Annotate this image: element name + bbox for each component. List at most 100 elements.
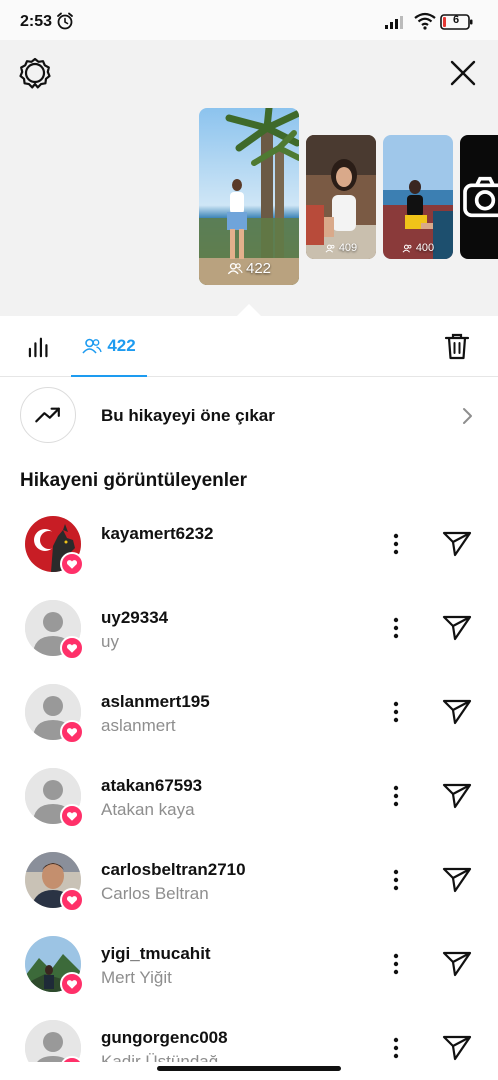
close-icon (450, 60, 476, 86)
viewer-row[interactable]: atakan67593 Atakan kaya (0, 754, 498, 838)
viewers-section-title: Hikayeni görüntüleyenler (20, 470, 248, 491)
add-story-camera-tile[interactable] (460, 135, 498, 259)
like-badge (60, 720, 84, 744)
viewer-fullname: Mert Yiğit (101, 968, 172, 987)
paper-plane-icon (442, 783, 472, 809)
story-thumbnail-3[interactable]: 400 (383, 135, 453, 259)
story-tabs: 422 (0, 316, 498, 377)
heart-icon (66, 895, 78, 905)
delete-story-button[interactable] (440, 329, 474, 363)
promote-story-label: Bu hikayeyi öne çıkar (101, 406, 275, 425)
send-message-button[interactable] (440, 696, 474, 728)
tab-viewers[interactable]: 422 (71, 316, 147, 377)
viewer-row[interactable]: uy29334 uy (0, 586, 498, 670)
viewer-fullname: aslanmert (101, 716, 176, 735)
viewer-fullname: Kadir Üstündağ (101, 1052, 219, 1062)
alarm-clock-icon (57, 12, 73, 30)
more-options-button[interactable] (384, 950, 408, 978)
chevron-right-icon (463, 408, 472, 424)
more-options-button[interactable] (384, 1034, 408, 1062)
trending-up-icon (35, 407, 60, 423)
paper-plane-icon (442, 531, 472, 557)
story-2-view-count-value: 409 (338, 242, 358, 254)
viewer-username[interactable]: aslanmert195 (101, 692, 210, 712)
viewer-username[interactable]: uy29334 (101, 608, 168, 628)
close-button[interactable] (446, 56, 480, 90)
more-vertical-icon (393, 785, 399, 807)
heart-icon (66, 727, 78, 737)
story-photo-seaside (383, 135, 453, 259)
more-options-button[interactable] (384, 782, 408, 810)
more-options-button[interactable] (384, 698, 408, 726)
more-options-button[interactable] (384, 614, 408, 642)
like-badge (60, 552, 84, 576)
home-indicator[interactable] (157, 1066, 341, 1071)
viewer-list: kayamert6232 uy29334 uy aslanmert195 asl… (0, 502, 498, 1062)
story-preview-header: 422 409 400 (0, 40, 498, 318)
status-time: 2:53 (20, 13, 53, 30)
story-3-view-count: 400 (383, 242, 453, 254)
send-message-button[interactable] (440, 864, 474, 896)
story-photo-palms (199, 108, 299, 285)
tab-insights[interactable] (16, 330, 64, 364)
viewers-icon (82, 338, 102, 354)
settings-button[interactable] (18, 56, 52, 90)
heart-icon (66, 979, 78, 989)
viewer-username[interactable]: carlosbeltran2710 (101, 860, 246, 880)
promote-story-row[interactable]: Bu hikayeyi öne çıkar (0, 378, 498, 454)
promote-icon-circle (20, 387, 76, 443)
more-options-button[interactable] (384, 530, 408, 558)
send-message-button[interactable] (440, 1032, 474, 1062)
like-badge (60, 636, 84, 660)
send-message-button[interactable] (440, 780, 474, 812)
story-thumbnail-current[interactable]: 422 (199, 108, 299, 285)
more-vertical-icon (393, 533, 399, 555)
paper-plane-icon (442, 615, 472, 641)
viewer-row[interactable]: kayamert6232 (0, 502, 498, 586)
heart-icon (66, 559, 78, 569)
more-vertical-icon (393, 953, 399, 975)
story-2-view-count: 409 (306, 242, 376, 254)
paper-plane-icon (442, 867, 472, 893)
viewer-row[interactable]: aslanmert195 aslanmert (0, 670, 498, 754)
like-badge (60, 804, 84, 828)
viewer-row[interactable]: carlosbeltran2710 Carlos Beltran (0, 838, 498, 922)
heart-icon (66, 811, 78, 821)
story-view-count-value: 422 (245, 260, 272, 277)
paper-plane-icon (442, 699, 472, 725)
cell-signal-icon (385, 16, 403, 29)
paper-plane-icon (442, 1035, 472, 1061)
viewer-row[interactable]: yigi_tmucahit Mert Yiğit (0, 922, 498, 1006)
story-view-count: 422 (199, 260, 299, 277)
trash-icon (444, 333, 470, 360)
viewer-username[interactable]: yigi_tmucahit (101, 944, 211, 964)
viewers-icon (227, 262, 243, 275)
more-vertical-icon (393, 869, 399, 891)
send-message-button[interactable] (440, 612, 474, 644)
status-bar: 2:53 6 (0, 0, 498, 40)
story-thumbnail-2[interactable]: 409 (306, 135, 376, 259)
viewers-icon (402, 244, 412, 252)
viewer-username[interactable]: kayamert6232 (101, 524, 213, 544)
camera-icon (463, 176, 498, 218)
battery-level: 6 (452, 14, 460, 26)
send-message-button[interactable] (440, 528, 474, 560)
tab-viewers-count: 422 (107, 335, 136, 355)
viewer-fullname: Carlos Beltran (101, 884, 209, 903)
more-options-button[interactable] (384, 866, 408, 894)
viewer-username[interactable]: atakan67593 (101, 776, 202, 796)
bar-chart-icon (28, 337, 48, 358)
like-badge (60, 972, 84, 996)
more-vertical-icon (393, 617, 399, 639)
story-photo-cafe (306, 135, 376, 259)
viewers-icon (325, 244, 335, 252)
send-message-button[interactable] (440, 948, 474, 980)
wifi-icon (414, 12, 436, 30)
viewer-fullname: uy (101, 632, 119, 651)
more-vertical-icon (393, 701, 399, 723)
more-vertical-icon (393, 1037, 399, 1059)
viewer-row[interactable]: gungorgenc008 Kadir Üstündağ (0, 1006, 498, 1062)
paper-plane-icon (442, 951, 472, 977)
viewer-fullname: Atakan kaya (101, 800, 195, 819)
viewer-username[interactable]: gungorgenc008 (101, 1028, 228, 1048)
